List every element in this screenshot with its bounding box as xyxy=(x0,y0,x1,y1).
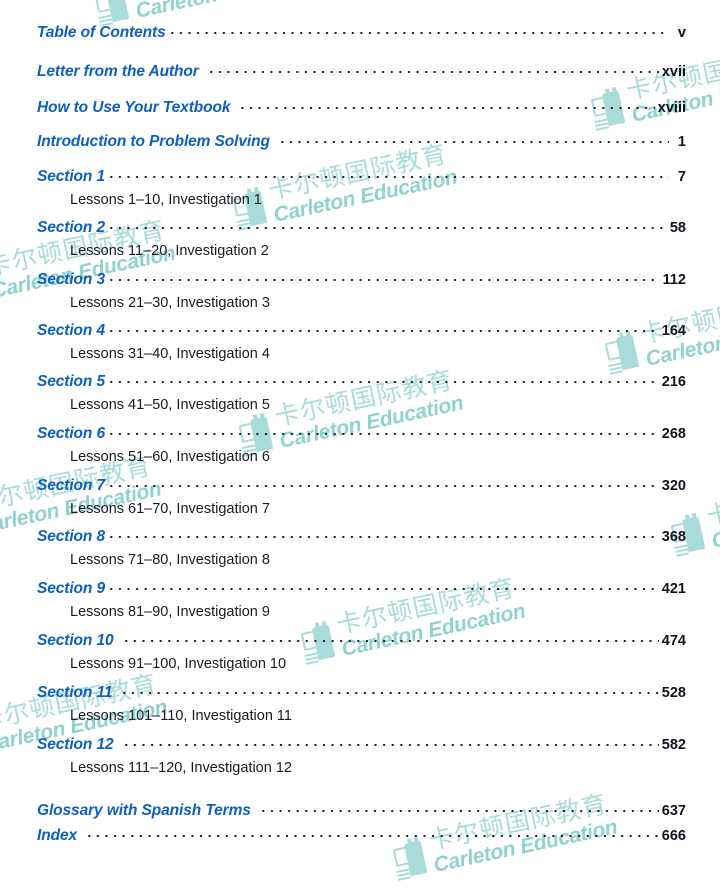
toc-entry[interactable]: Section 7 320 xyxy=(37,477,686,495)
toc-entry-title: Section 5 xyxy=(37,373,106,390)
toc-entry-page-number: 474 xyxy=(661,633,686,649)
dot-leader xyxy=(121,736,659,749)
dot-leader xyxy=(107,271,660,284)
toc-entry-title: Table of Contents xyxy=(37,24,166,41)
dot-leader xyxy=(107,580,659,593)
toc-entry-page-number: 528 xyxy=(661,685,686,701)
dot-leader xyxy=(258,802,659,815)
toc-entry-title: Section 9 xyxy=(37,580,106,597)
toc-entry-page-number: 7 xyxy=(677,169,686,185)
toc-entry-subtitle: Lessons 31–40, Investigation 4 xyxy=(70,346,270,362)
toc-entry-title: Section 1 xyxy=(37,168,106,185)
toc-entry[interactable]: Section 3 112 xyxy=(37,271,686,289)
toc-entry-subtitle: Lessons 101–110, Investigation 11 xyxy=(70,708,292,724)
toc-entry-subtitle: Lessons 1–10, Investigation 1 xyxy=(70,192,262,208)
toc-entry-subtitle: Lessons 91–100, Investigation 10 xyxy=(70,656,287,672)
toc-entry[interactable]: How to Use Your Textbook xviii xyxy=(37,99,686,117)
dot-leader xyxy=(120,684,659,697)
toc-entry-page-number: xvii xyxy=(661,64,686,80)
toc-entry[interactable]: Section 8 368 xyxy=(37,528,686,546)
dot-leader xyxy=(107,168,669,181)
toc-entry[interactable]: Section 6 268 xyxy=(37,425,686,443)
toc-entry-title: Section 3 xyxy=(37,271,106,288)
dot-leader xyxy=(167,24,669,37)
toc-entry[interactable]: Section 11 528 xyxy=(37,684,686,702)
toc-entry-title: Letter from the Author xyxy=(37,63,199,80)
toc-entry-title: Section 11 xyxy=(37,684,113,701)
dot-leader xyxy=(238,99,655,112)
toc-entry-page-number: 216 xyxy=(661,374,686,390)
toc-entry-page-number: 58 xyxy=(669,220,686,236)
dot-leader xyxy=(107,219,667,232)
toc-entry[interactable]: Section 12 582 xyxy=(37,736,686,754)
toc-entry-page-number: 666 xyxy=(661,828,686,844)
toc-entry-subtitle: Lessons 71–80, Investigation 8 xyxy=(70,552,270,568)
dot-leader xyxy=(121,632,659,645)
toc-entry-subtitle: Lessons 61–70, Investigation 7 xyxy=(70,501,270,517)
dot-leader xyxy=(206,63,659,76)
toc-entry-page-number: xviii xyxy=(657,100,686,116)
toc-entry-subtitle: Lessons 111–120, Investigation 12 xyxy=(70,760,292,776)
dot-leader xyxy=(107,477,659,490)
table-of-contents-list: Table of Contents v Letter from the Author… xyxy=(0,0,720,892)
toc-entry[interactable]: Section 9 421 xyxy=(37,580,686,598)
toc-page: 卡尔顿国际教育 Carleton Education 卡尔顿国际教育 Carleton… xyxy=(0,0,720,892)
toc-entry-title: Section 7 xyxy=(37,477,106,494)
dot-leader xyxy=(107,425,659,438)
toc-entry-title: Index xyxy=(37,827,77,844)
toc-entry-title: Section 4 xyxy=(37,322,106,339)
toc-entry-page-number: 1 xyxy=(677,134,686,150)
toc-entry[interactable]: Glossary with Spanish Terms 637 xyxy=(37,802,686,820)
dot-leader xyxy=(107,322,659,335)
toc-entry-subtitle: Lessons 51–60, Investigation 6 xyxy=(70,449,270,465)
toc-entry[interactable]: Section 10 474 xyxy=(37,632,686,650)
toc-entry-page-number: 164 xyxy=(661,323,686,339)
toc-entry[interactable]: Section 5 216 xyxy=(37,373,686,391)
toc-entry-subtitle: Lessons 11–20, Investigation 2 xyxy=(70,243,269,259)
toc-entry-page-number: 112 xyxy=(662,272,686,288)
dot-leader xyxy=(107,528,659,541)
toc-entry[interactable]: Section 1 7 xyxy=(37,168,686,186)
toc-entry-title: Section 8 xyxy=(37,528,106,545)
dot-leader xyxy=(107,373,659,386)
toc-entry-title: Glossary with Spanish Terms xyxy=(37,802,251,819)
toc-entry-subtitle: Lessons 21–30, Investigation 3 xyxy=(70,295,270,311)
toc-entry[interactable]: Section 2 58 xyxy=(37,219,686,237)
toc-entry[interactable]: Letter from the Author xvii xyxy=(37,63,686,81)
toc-entry-page-number: 320 xyxy=(661,478,686,494)
toc-entry-title: Introduction to Problem Solving xyxy=(37,133,270,150)
toc-entry-page-number: 637 xyxy=(661,803,686,819)
toc-entry[interactable]: Section 4 164 xyxy=(37,322,686,340)
toc-entry-page-number: 268 xyxy=(661,426,686,442)
toc-entry-page-number: v xyxy=(677,25,686,41)
toc-entry-title: Section 10 xyxy=(37,632,114,649)
toc-entry-subtitle: Lessons 41–50, Investigation 5 xyxy=(70,397,270,413)
toc-entry-title: Section 2 xyxy=(37,219,106,236)
toc-entry-title: Section 12 xyxy=(37,736,114,753)
toc-entry[interactable]: Introduction to Problem Solving 1 xyxy=(37,133,686,151)
toc-entry-page-number: 582 xyxy=(661,737,686,753)
dot-leader xyxy=(277,133,669,146)
toc-entry-page-number: 368 xyxy=(661,529,686,545)
dot-leader xyxy=(84,827,659,840)
toc-entry[interactable]: Table of Contents v xyxy=(37,24,686,42)
toc-entry-subtitle: Lessons 81–90, Investigation 9 xyxy=(70,604,270,620)
toc-entry-title: How to Use Your Textbook xyxy=(37,99,231,116)
toc-entry-title: Section 6 xyxy=(37,425,106,442)
toc-entry-page-number: 421 xyxy=(661,581,686,597)
toc-entry[interactable]: Index 666 xyxy=(37,827,686,845)
